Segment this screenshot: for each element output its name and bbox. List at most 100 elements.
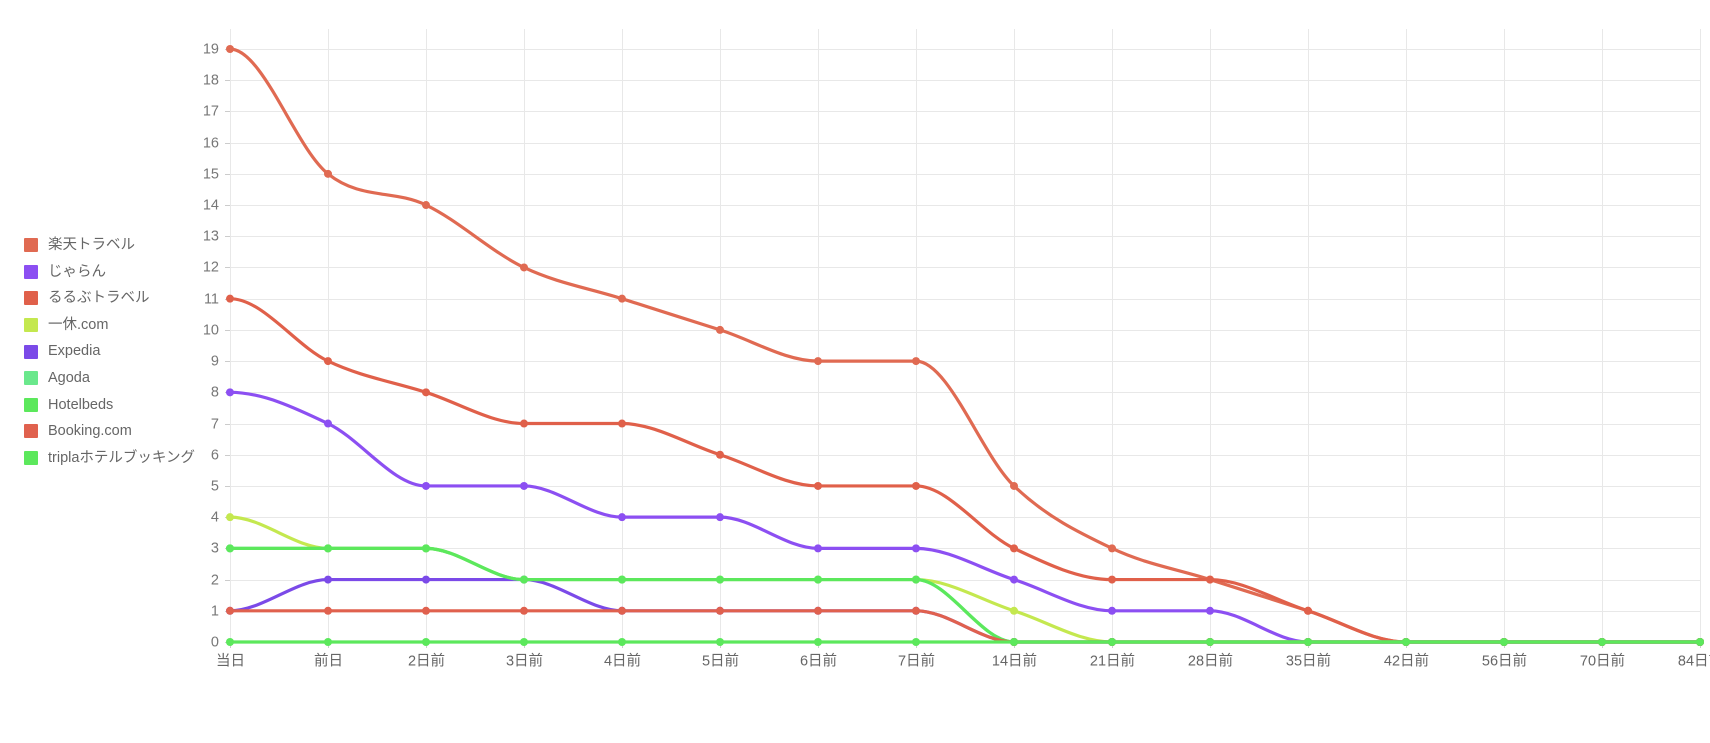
series-data-point[interactable]: [618, 294, 626, 303]
x-tick-label: 28日前: [1188, 653, 1233, 670]
x-tick-label: 84日前: [1678, 653, 1710, 670]
chart-series: [226, 294, 1704, 646]
y-tick-label: 16: [203, 135, 219, 151]
x-tick-label: 56日前: [1482, 653, 1527, 670]
series-data-point[interactable]: [1304, 638, 1312, 646]
series-data-point[interactable]: [1010, 481, 1018, 490]
series-data-point[interactable]: [324, 606, 332, 615]
series-data-point[interactable]: [1598, 638, 1606, 646]
y-tick-label: 4: [211, 509, 219, 525]
series-data-point[interactable]: [618, 606, 626, 615]
series-data-point[interactable]: [1304, 606, 1312, 615]
series-data-point[interactable]: [716, 606, 724, 615]
series-data-point[interactable]: [1108, 575, 1116, 584]
series-data-point[interactable]: [226, 606, 234, 615]
chart-series: [226, 45, 1704, 646]
series-data-point[interactable]: [716, 450, 724, 459]
series-data-point[interactable]: [716, 513, 724, 522]
series-data-point[interactable]: [520, 638, 528, 646]
series-data-point[interactable]: [324, 575, 332, 584]
series-line: [228, 609, 1702, 644]
x-tick-label: 14日前: [992, 653, 1037, 670]
series-data-point[interactable]: [618, 419, 626, 428]
y-tick-label: 10: [203, 322, 219, 338]
series-data-point[interactable]: [814, 575, 822, 584]
x-tick-label: 3日前: [506, 653, 543, 670]
series-data-point[interactable]: [1010, 575, 1018, 584]
series-data-point[interactable]: [1500, 638, 1508, 646]
series-data-point[interactable]: [716, 575, 724, 584]
series-data-point[interactable]: [814, 357, 822, 366]
series-data-point[interactable]: [618, 638, 626, 646]
series-data-point[interactable]: [1010, 606, 1018, 615]
series-data-point[interactable]: [912, 575, 920, 584]
x-tick-label: 6日前: [800, 653, 837, 670]
series-data-point[interactable]: [618, 513, 626, 522]
series-data-point[interactable]: [422, 388, 430, 397]
series-data-point[interactable]: [912, 606, 920, 615]
x-tick-label: 35日前: [1286, 653, 1331, 670]
series-data-point[interactable]: [226, 388, 234, 397]
series-data-point[interactable]: [814, 544, 822, 553]
series-data-point[interactable]: [1206, 638, 1214, 646]
x-tick-label: 42日前: [1384, 653, 1429, 670]
series-data-point[interactable]: [324, 544, 332, 553]
series-data-point[interactable]: [324, 169, 332, 178]
series-data-point[interactable]: [814, 606, 822, 615]
x-tick-label: 4日前: [604, 653, 641, 670]
series-data-point[interactable]: [422, 201, 430, 210]
x-tick-label: 21日前: [1090, 653, 1135, 670]
series-data-point[interactable]: [226, 45, 234, 53]
series-data-point[interactable]: [912, 638, 920, 646]
y-tick-label: 12: [203, 259, 219, 275]
series-data-point[interactable]: [1206, 606, 1214, 615]
series-data-point[interactable]: [422, 606, 430, 615]
y-tick-label: 3: [211, 540, 219, 556]
y-tick-label: 9: [211, 353, 219, 369]
series-data-point[interactable]: [618, 575, 626, 584]
series-data-point[interactable]: [520, 575, 528, 584]
y-tick-label: 14: [203, 197, 219, 213]
series-data-point[interactable]: [814, 638, 822, 646]
chart-series: [226, 638, 1704, 646]
series-data-point[interactable]: [422, 575, 430, 584]
series-data-point[interactable]: [520, 481, 528, 490]
series-data-point[interactable]: [324, 419, 332, 428]
series-data-point[interactable]: [1206, 575, 1214, 584]
series-data-point[interactable]: [1010, 638, 1018, 646]
series-data-point[interactable]: [422, 638, 430, 646]
series-data-point[interactable]: [520, 263, 528, 272]
series-data-point[interactable]: [1108, 638, 1116, 646]
series-data-point[interactable]: [1108, 606, 1116, 615]
series-data-point[interactable]: [520, 419, 528, 428]
y-tick-label: 6: [211, 447, 219, 463]
series-data-point[interactable]: [324, 357, 332, 366]
series-data-point[interactable]: [226, 544, 234, 553]
series-data-point[interactable]: [324, 638, 332, 646]
series-data-point[interactable]: [422, 481, 430, 490]
series-data-point[interactable]: [422, 544, 430, 553]
series-data-point[interactable]: [912, 481, 920, 490]
y-tick-label: 0: [211, 634, 219, 650]
x-tick-label: 7日前: [898, 653, 935, 670]
series-data-point[interactable]: [912, 357, 920, 366]
series-layer: [226, 45, 1704, 646]
x-tick-label: 前日: [314, 653, 343, 670]
series-data-point[interactable]: [226, 638, 234, 646]
series-data-point[interactable]: [716, 325, 724, 334]
series-data-point[interactable]: [226, 294, 234, 303]
x-tick-label: 70日前: [1580, 653, 1625, 670]
series-data-point[interactable]: [716, 638, 724, 646]
series-data-point[interactable]: [912, 544, 920, 553]
series-data-point[interactable]: [1010, 544, 1018, 553]
y-tick-label: 15: [203, 166, 219, 182]
y-tick-label: 17: [203, 103, 219, 119]
x-tick-label: 2日前: [408, 653, 445, 670]
series-data-point[interactable]: [814, 481, 822, 490]
series-data-point[interactable]: [1108, 544, 1116, 553]
series-data-point[interactable]: [1696, 638, 1704, 646]
series-data-point[interactable]: [520, 606, 528, 615]
series-data-point[interactable]: [226, 513, 234, 522]
y-tick-label: 8: [211, 384, 219, 400]
series-data-point[interactable]: [1402, 638, 1410, 646]
